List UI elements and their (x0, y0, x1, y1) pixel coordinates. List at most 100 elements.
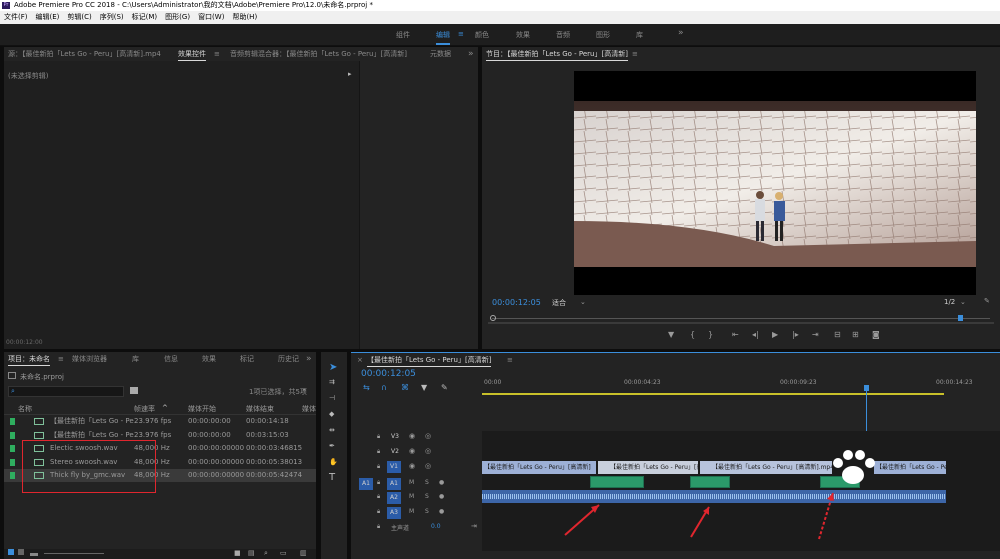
label-color-swatch[interactable] (10, 418, 15, 425)
tab-effect-controls[interactable]: 效果控件 (178, 47, 206, 61)
ripple-edit-tool-icon[interactable]: ⊣ (329, 394, 335, 402)
tab-effects[interactable]: 效果 (202, 352, 216, 366)
extract-icon[interactable]: ⊞ (852, 330, 859, 339)
resolution-dropdown[interactable]: 1/2 (944, 298, 955, 306)
master-volume[interactable]: 0.0 (431, 523, 441, 530)
selection-tool-icon[interactable]: ➤ (329, 362, 337, 373)
program-timecode[interactable]: 00:00:12:05 (492, 298, 541, 307)
workspace-effects[interactable]: 效果 (516, 30, 530, 40)
list-view-icon[interactable] (8, 549, 14, 555)
razor-tool-icon[interactable]: ◆ (329, 410, 334, 418)
workspace-color[interactable]: 颜色 (475, 30, 489, 40)
tab-metadata[interactable]: 元数据 (430, 47, 451, 61)
track-a3-solo[interactable]: S (425, 508, 429, 515)
track-v1-label[interactable]: V1 (387, 461, 401, 473)
lock-icon[interactable]: 🔒︎ (377, 493, 380, 501)
menu-edit[interactable]: 编辑(E) (36, 13, 60, 21)
tab-source[interactable]: 源：【最佳新拍「Lets Go - Peru」[高清新].mp4 (8, 47, 161, 61)
col-media-start[interactable]: 媒体开始 (188, 404, 216, 414)
tab-audio-clip-mixer[interactable]: 音频剪辑混合器：【最佳新拍「Lets Go - Peru」[高清新] (230, 47, 407, 61)
fit-dropdown-chevron-icon[interactable]: ⌄ (580, 298, 586, 306)
go-to-out-icon[interactable]: ⇥ (471, 522, 477, 530)
eye-icon[interactable]: ◉ (409, 462, 415, 470)
zoom-slider-icon[interactable] (30, 553, 38, 556)
col-frame-rate[interactable]: 帧速率 (134, 404, 155, 414)
zoom-slider[interactable] (44, 553, 104, 554)
tab-menu-icon[interactable]: ≡ (214, 47, 220, 61)
visibility-icon[interactable]: ◎ (425, 462, 431, 470)
project-search-input[interactable]: ⌕ (8, 386, 124, 397)
tab-program[interactable]: 节目：【最佳新拍「Lets Go - Peru」[高清新] (486, 47, 628, 61)
track-a3-label[interactable]: A3 (387, 507, 401, 519)
new-bin-from-search-icon[interactable] (130, 387, 138, 394)
tab-project[interactable]: 项目：未命名 (8, 352, 50, 366)
eye-icon[interactable]: ◉ (409, 432, 415, 440)
workspace-more-icon[interactable]: » (678, 28, 684, 38)
new-item-icon[interactable]: ▤ (248, 549, 255, 557)
resolution-chevron-icon[interactable]: ⌄ (960, 298, 966, 306)
workspace-menu-icon[interactable]: ≡ (458, 30, 464, 38)
go-to-in-icon[interactable]: ⇤ (732, 330, 739, 339)
col-name[interactable]: 名称 (18, 404, 32, 414)
menu-clip[interactable]: 剪辑(C) (67, 13, 91, 21)
export-frame-camera-icon[interactable]: ◙ (872, 330, 880, 339)
menu-window[interactable]: 窗口(W) (198, 13, 224, 21)
col-media-end[interactable]: 媒体结束 (246, 404, 274, 414)
step-forward-icon[interactable]: |▸ (792, 330, 799, 339)
icon-view-icon[interactable] (18, 549, 24, 555)
menu-marker[interactable]: 标记(M) (132, 13, 158, 21)
track-a1-label[interactable]: A1 (387, 478, 401, 490)
clip-name[interactable]: 【最佳新拍「Lets Go - Pe (50, 415, 134, 428)
bin-icon[interactable]: ■ (234, 549, 241, 557)
visibility-icon[interactable]: ◎ (425, 447, 431, 455)
label-color-swatch[interactable] (10, 445, 15, 452)
mark-out-icon[interactable]: } (708, 330, 713, 339)
track-a2-solo[interactable]: S (425, 493, 429, 500)
program-scrub-bar[interactable] (488, 312, 994, 326)
program-menu-icon[interactable]: ≡ (632, 47, 638, 61)
step-back-icon[interactable]: ◂| (752, 330, 759, 339)
timeline-close-icon[interactable]: × (357, 353, 363, 367)
menu-help[interactable]: 帮助(H) (232, 13, 257, 21)
type-tool-icon[interactable]: T (329, 472, 335, 483)
visibility-icon[interactable]: ◎ (425, 432, 431, 440)
tab-markers[interactable]: 标记 (240, 352, 254, 366)
workspace-graphics[interactable]: 图形 (596, 30, 610, 40)
mic-icon[interactable]: ● (439, 508, 444, 515)
lock-icon[interactable]: 🔒︎ (377, 433, 380, 441)
track-select-tool-icon[interactable]: ⇉ (329, 378, 335, 386)
hand-tool-icon[interactable]: ✋ (329, 458, 338, 466)
pen-tool-icon[interactable]: ✒ (329, 442, 335, 450)
time-ruler[interactable]: 00:00 00:00:04:23 00:00:09:23 00:00:14:2… (482, 375, 1000, 397)
timeline-settings-icon[interactable]: ✎ (441, 383, 448, 392)
lock-icon[interactable]: 🔒︎ (377, 479, 380, 487)
timeline-timecode[interactable]: 00:00:12:05 (361, 369, 416, 379)
track-a1-solo[interactable]: S (425, 479, 429, 486)
mark-in-icon[interactable]: { (690, 330, 695, 339)
lock-icon[interactable]: 🔒︎ (377, 463, 380, 471)
project-more-icon[interactable]: » (302, 386, 306, 394)
snap-icon[interactable]: ∩ (381, 383, 387, 392)
label-color-swatch[interactable] (10, 458, 15, 466)
track-a2-label[interactable]: A2 (387, 492, 401, 504)
add-marker-icon[interactable]: ▼ (421, 383, 427, 392)
workspace-audio[interactable]: 音频 (556, 30, 570, 40)
expand-arrow-icon[interactable]: ▸ (348, 70, 352, 78)
tab-history[interactable]: 历史记 (278, 352, 299, 366)
workspace-assembly[interactable]: 组件 (396, 30, 410, 40)
label-color-swatch[interactable] (10, 431, 15, 439)
label-color-swatch[interactable] (10, 472, 15, 479)
trash-icon[interactable]: ▥ (300, 549, 307, 557)
timeline-menu-icon[interactable]: ≡ (507, 353, 513, 367)
folder-icon[interactable]: ▭ (280, 549, 287, 557)
lock-icon[interactable]: 🔒︎ (377, 523, 380, 531)
tab-sequence[interactable]: 【最佳新拍「Lets Go - Peru」[高清新] (367, 353, 492, 367)
mic-icon[interactable]: ● (439, 479, 444, 486)
panel-more-icon[interactable]: » (306, 352, 312, 366)
lift-icon[interactable]: ⊟ (834, 330, 841, 339)
source-a1-patch[interactable]: A1 (359, 478, 373, 490)
track-a3-mute[interactable]: M (409, 508, 414, 515)
tab-media-browser[interactable]: 媒体浏览器 (72, 352, 107, 366)
mic-icon[interactable]: ● (439, 493, 444, 500)
menu-sequence[interactable]: 序列(S) (100, 13, 124, 21)
